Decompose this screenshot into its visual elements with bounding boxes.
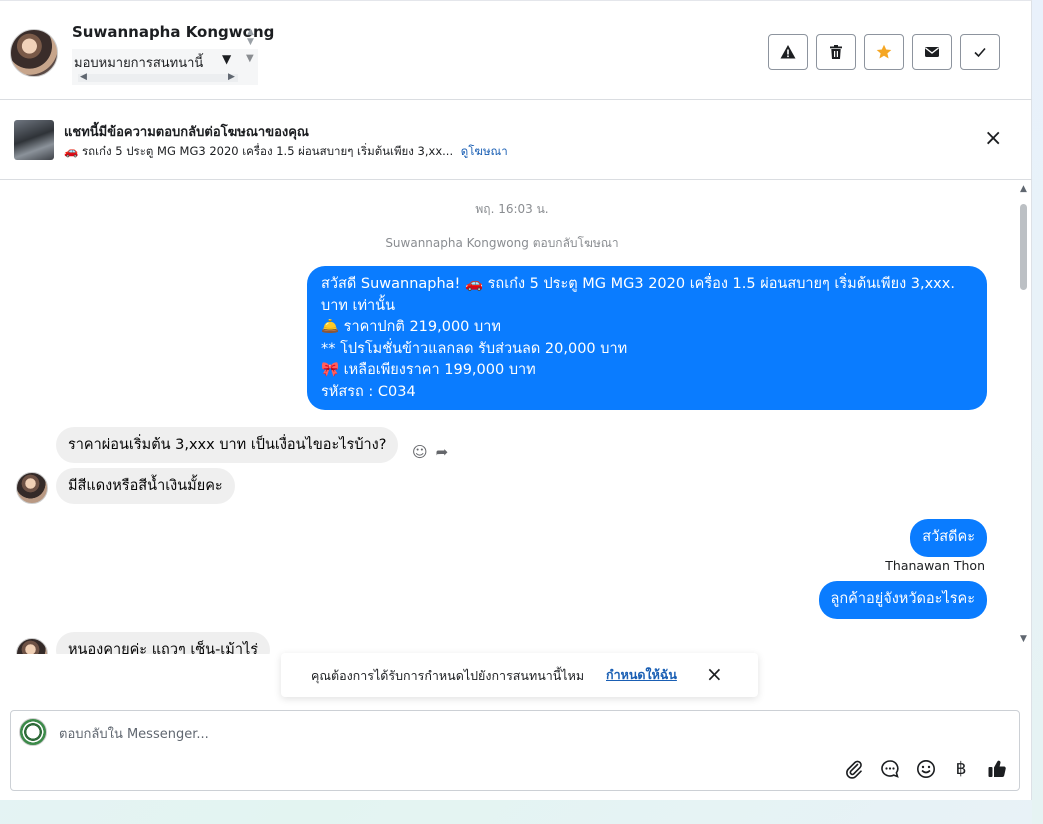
- attach-button[interactable]: [843, 758, 865, 780]
- message-composer: ฿: [10, 710, 1020, 791]
- message-line: 🛎️ ราคาปกติ 219,000 บาท: [321, 319, 501, 335]
- emoji-icon: [917, 760, 935, 778]
- contact-avatar[interactable]: [10, 29, 58, 77]
- reply-input[interactable]: [59, 723, 959, 745]
- name-scroll-arrows[interactable]: ▲ ▼: [247, 27, 254, 47]
- ad-banner-title: แชทนี้มีข้อความตอบกลับต่อโฆษณาของคุณ: [64, 125, 309, 140]
- thumbs-up-icon: [988, 760, 1006, 778]
- contact-name[interactable]: Suwannapha Kongwong: [72, 23, 274, 41]
- star-icon: [876, 44, 892, 59]
- chat-bubble-icon: [881, 760, 899, 778]
- scroll-left-icon[interactable]: ◀: [80, 72, 87, 82]
- message-line: รหัสรถ : C034: [321, 383, 416, 400]
- emoji-button[interactable]: [915, 758, 937, 780]
- star-button[interactable]: [864, 34, 904, 70]
- assign-prompt-text: คุณต้องการได้รับการกำหนดไปยังการสนทนานี้…: [311, 668, 585, 683]
- incoming-message[interactable]: มีสีแดงหรือสีน้ำเงินมั้ยคะ: [56, 468, 235, 504]
- assign-to-me-link[interactable]: กำหนดให้ฉัน: [606, 665, 677, 685]
- ad-banner-subtitle: 🚗 รถเก๋ง 5 ประตู MG MG3 2020 เครื่อง 1.5…: [64, 143, 508, 161]
- conversation-header: Suwannapha Kongwong ▲ ▼ มอบหมายการสนทนานี…: [0, 5, 1032, 100]
- scroll-right-icon[interactable]: ▶: [228, 72, 235, 82]
- ad-reply-note: Suwannapha Kongwong ตอบกลับโฆษณา: [385, 236, 619, 250]
- mark-done-button[interactable]: [960, 34, 1000, 70]
- message-timestamp: พฤ. 16:03 น.: [475, 202, 549, 216]
- saved-replies-button[interactable]: [879, 758, 901, 780]
- ad-reply-banner: แชทนี้มีข้อความตอบกลับต่อโฆษณาของคุณ 🚗 ร…: [0, 100, 1032, 180]
- like-button[interactable]: [986, 758, 1008, 780]
- scroll-up-icon[interactable]: ▲: [1020, 184, 1027, 194]
- assign-prompt-toast: คุณต้องการได้รับการกำหนดไปยังการสนทนานี้…: [281, 653, 758, 697]
- message-line: ** โปรโมชั่นข้าวแลกลด รับส่วนลด 20,000 บ…: [321, 340, 628, 357]
- scroll-down-icon[interactable]: ▼: [1020, 634, 1027, 644]
- background-strip: [1032, 0, 1043, 824]
- view-ad-link[interactable]: ดูโฆษณา: [461, 144, 508, 158]
- chevron-down-icon[interactable]: ▼: [222, 52, 231, 66]
- messenger-panel: Suwannapha Kongwong ▲ ▼ มอบหมายการสนทนานี…: [0, 0, 1032, 800]
- incoming-message[interactable]: ราคาผ่อนเริ่มต้น 3,xxx บาท เป็นเงื่อนไขอ…: [56, 427, 399, 463]
- message-line: สวัสดี Suwannapha! 🚗 รถเก๋ง 5 ประตู MG M…: [321, 276, 955, 292]
- scroll-down-icon[interactable]: ▼: [246, 53, 254, 64]
- payment-button[interactable]: ฿: [950, 758, 972, 780]
- delete-button[interactable]: [816, 34, 856, 70]
- thread-scrollbar[interactable]: ▲ ▼: [1018, 184, 1030, 649]
- outgoing-message[interactable]: สวัสดี Suwannapha! 🚗 รถเก๋ง 5 ประตู MG M…: [307, 266, 987, 410]
- contact-avatar-small[interactable]: [16, 638, 48, 654]
- page-avatar: [19, 718, 47, 746]
- react-emoji-icon[interactable]: ☺: [412, 443, 428, 461]
- assign-conversation-select[interactable]: มอบหมายการสนทนานี้ ▼ ▼ ◀ ▶: [72, 49, 258, 85]
- ad-description: 🚗 รถเก๋ง 5 ประตู MG MG3 2020 เครื่อง 1.5…: [64, 144, 454, 158]
- message-line: บาท เท่านั้น: [321, 297, 395, 314]
- message-line: 🎀 เหลือเพียงราคา 199,000 บาท: [321, 362, 536, 378]
- sender-name: Thanawan Thon: [885, 558, 985, 573]
- assign-label: มอบหมายการสนทนานี้: [74, 56, 204, 71]
- ad-thumbnail[interactable]: [14, 120, 54, 160]
- scrollbar-thumb[interactable]: [1020, 204, 1027, 290]
- close-icon[interactable]: ×: [984, 128, 1002, 150]
- baht-icon: ฿: [955, 759, 967, 779]
- check-icon: [974, 47, 986, 58]
- report-button[interactable]: [768, 34, 808, 70]
- outgoing-message[interactable]: สวัสดีคะ: [910, 519, 987, 557]
- contact-avatar-small[interactable]: [16, 472, 48, 504]
- envelope-icon: [925, 47, 939, 57]
- message-thread[interactable]: พฤ. 16:03 น. Suwannapha Kongwong ตอบกลับ…: [0, 181, 1016, 654]
- horizontal-scrollbar[interactable]: ◀ ▶: [78, 72, 238, 82]
- outgoing-message[interactable]: ลูกค้าอยู่จังหวัดอะไรคะ: [818, 581, 987, 619]
- paperclip-icon: [846, 760, 862, 779]
- reply-icon[interactable]: ➦: [436, 443, 449, 461]
- alert-triangle-icon: [780, 45, 796, 59]
- mark-unread-button[interactable]: [912, 34, 952, 70]
- message-actions: ☺ ➦: [412, 443, 456, 461]
- incoming-message[interactable]: หนองคายค่ะ แถวๆ เซ็น-เม้าไร่: [56, 632, 271, 654]
- trash-icon: [830, 45, 842, 59]
- close-icon[interactable]: ×: [706, 662, 723, 686]
